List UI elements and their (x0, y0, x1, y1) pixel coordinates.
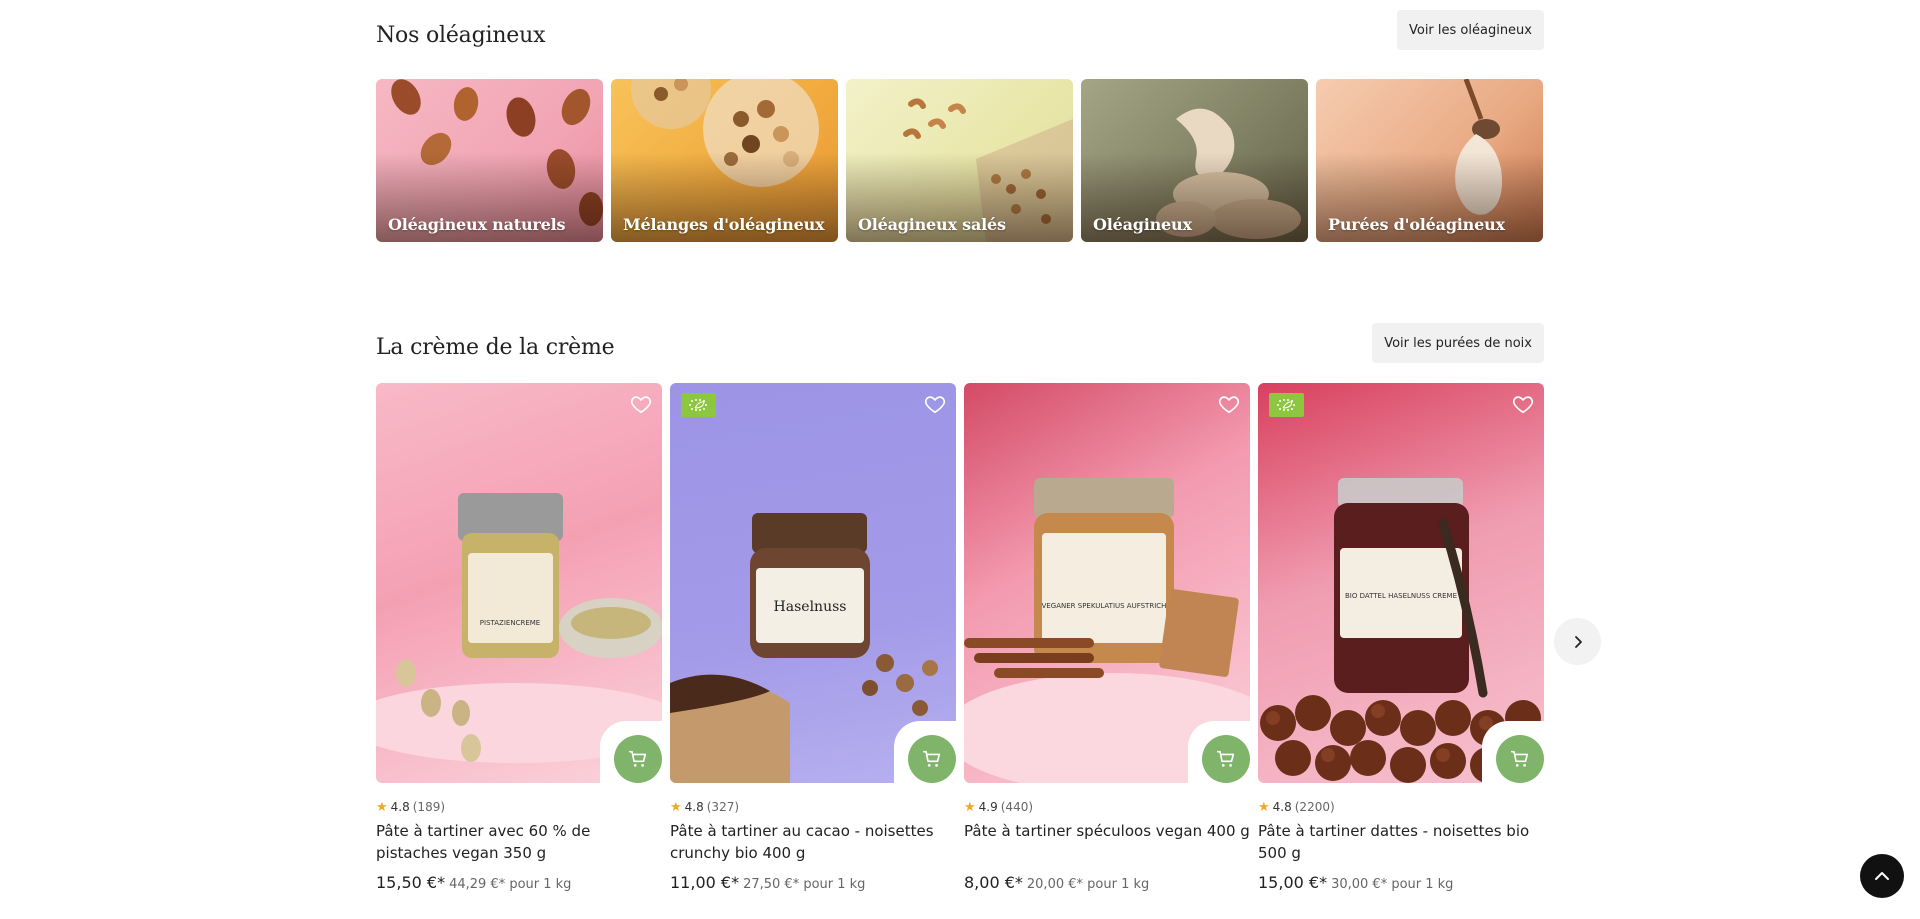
product-rating: ★ 4.8 (189) (376, 799, 662, 815)
star-icon: ★ (670, 799, 682, 815)
chevron-right-icon (1574, 635, 1582, 648)
product-image[interactable]: VEGANER SPEKULATIUS AUFSTRICH (964, 383, 1250, 783)
product-card[interactable]: BIO DATTEL HASELNUSS CREME ★ 4.8 (2200) … (1258, 383, 1544, 892)
unit-price: 44,29 €* pour 1 kg (449, 877, 572, 892)
price-line: 8,00 €* 20,00 €* pour 1 kg (964, 873, 1250, 892)
unit-price: 20,00 €* pour 1 kg (1026, 877, 1150, 892)
rating-value: 4.9 (978, 800, 998, 814)
price-line: 15,50 €* 44,29 €* pour 1 kg (376, 873, 662, 892)
product-image[interactable]: Haselnuss (670, 383, 956, 783)
heart-icon[interactable] (924, 393, 946, 415)
heart-icon[interactable] (1218, 393, 1240, 415)
product-name[interactable]: Pâte à tartiner spéculoos vegan 400 g (964, 820, 1250, 864)
rating-count: (440) (1000, 800, 1034, 814)
creme-section: La crème de la crème Voir les purées de … (376, 323, 1544, 913)
price-line: 15,00 €* 30,00 €* pour 1 kg (1258, 873, 1544, 892)
category-label: Purées d'oléagineux (1328, 215, 1505, 234)
jar-label-text: Haselnuss (774, 599, 847, 615)
category-label: Oléagineux naturels (388, 215, 566, 234)
jar-label-text: VEGANER SPEKULATIUS AUFSTRICH (1042, 602, 1167, 610)
rating-value: 4.8 (1272, 800, 1292, 814)
product-name[interactable]: Pâte à tartiner dattes - noisettes bio 5… (1258, 820, 1544, 864)
product-rating: ★ 4.8 (2200) (1258, 799, 1544, 815)
category-tile-natural[interactable]: Oléagineux naturels (376, 79, 603, 242)
jar-label-text: BIO DATTEL HASELNUSS CREME (1345, 592, 1457, 600)
jar-label-text: PISTAZIENCREME (480, 619, 540, 627)
eu-organic-leaf-icon (681, 393, 716, 417)
category-tile-mix[interactable]: Mélanges d'oléagineux (611, 79, 838, 242)
back-to-top-button[interactable] (1860, 854, 1904, 898)
view-oleagineux-button[interactable]: Voir les oléagineux (1396, 10, 1544, 50)
cart-icon (922, 750, 941, 767)
heart-icon[interactable] (630, 393, 652, 415)
product-image[interactable]: BIO DATTEL HASELNUSS CREME (1258, 383, 1544, 783)
add-to-cart-button[interactable] (614, 735, 662, 783)
heart-icon[interactable] (1512, 393, 1534, 415)
rating-count: (327) (706, 800, 740, 814)
rating-count: (189) (412, 800, 446, 814)
product-price: 11,00 €* (670, 873, 740, 892)
cart-icon (1216, 750, 1235, 767)
add-to-cart-button[interactable] (1202, 735, 1250, 783)
category-tile-salted[interactable]: Oléagineux salés (846, 79, 1073, 242)
category-tiles: Oléagineux naturels Mélanges d'oléagineu… (376, 79, 1544, 242)
product-card[interactable]: Haselnuss ★ 4.8 (327) Pâte à tartiner au… (670, 383, 956, 892)
creme-header: La crème de la crème Voir les purées de … (376, 323, 1544, 369)
category-tile-nuts[interactable]: Oléagineux (1081, 79, 1308, 242)
category-label: Mélanges d'oléagineux (623, 215, 825, 234)
product-name[interactable]: Pâte à tartiner avec 60 % de pistaches v… (376, 820, 662, 864)
add-to-cart-button[interactable] (908, 735, 956, 783)
unit-price: 30,00 €* pour 1 kg (1331, 877, 1454, 892)
product-rating: ★ 4.9 (440) (964, 799, 1250, 815)
chevron-up-icon (1875, 872, 1889, 880)
cart-icon (1510, 750, 1529, 767)
rating-count: (2200) (1294, 800, 1335, 814)
section-title: La crème de la crème (376, 335, 615, 360)
eu-organic-leaf-icon (1269, 393, 1304, 417)
rating-value: 4.8 (684, 800, 704, 814)
section-title: Nos oléagineux (376, 23, 546, 48)
oleagineux-section: Nos oléagineux Voir les oléagineux Oléag… (376, 10, 1544, 250)
product-card[interactable]: PISTAZIENCREME ★ 4.8 (189) Pâte à tartin… (376, 383, 662, 892)
product-price: 8,00 €* (964, 873, 1023, 892)
rating-value: 4.8 (390, 800, 410, 814)
star-icon: ★ (376, 799, 388, 815)
product-price: 15,50 €* (376, 873, 446, 892)
unit-price: 27,50 €* pour 1 kg (743, 877, 866, 892)
product-card[interactable]: VEGANER SPEKULATIUS AUFSTRICH ★ 4.9 (440… (964, 383, 1250, 892)
oleagineux-header: Nos oléagineux Voir les oléagineux (376, 10, 1544, 56)
product-rating: ★ 4.8 (327) (670, 799, 956, 815)
category-label: Oléagineux salés (858, 215, 1006, 234)
star-icon: ★ (1258, 799, 1270, 815)
category-tile-puree[interactable]: Purées d'oléagineux (1316, 79, 1543, 242)
product-carousel: PISTAZIENCREME ★ 4.8 (189) Pâte à tartin… (376, 383, 1544, 892)
add-to-cart-button[interactable] (1496, 735, 1544, 783)
star-icon: ★ (964, 799, 976, 815)
category-label: Oléagineux (1093, 215, 1192, 234)
carousel-next-button[interactable] (1554, 618, 1601, 665)
cart-icon (628, 750, 647, 767)
product-name[interactable]: Pâte à tartiner au cacao - noisettes cru… (670, 820, 956, 864)
view-purees-button[interactable]: Voir les purées de noix (1372, 323, 1544, 363)
product-image[interactable]: PISTAZIENCREME (376, 383, 662, 783)
price-line: 11,00 €* 27,50 €* pour 1 kg (670, 873, 956, 892)
product-price: 15,00 €* (1258, 873, 1328, 892)
